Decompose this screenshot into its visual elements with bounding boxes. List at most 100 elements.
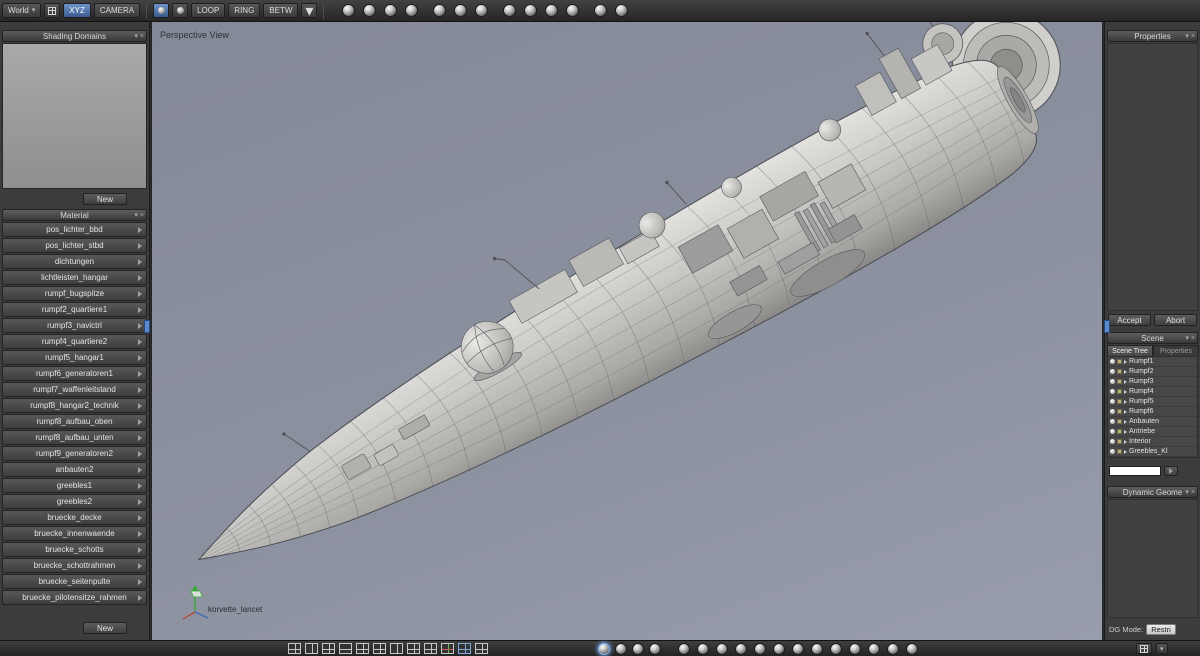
tool-sphere-icon[interactable]: [906, 643, 918, 655]
visibility-icon[interactable]: [1110, 359, 1115, 364]
tool-sphere-icon[interactable]: [649, 643, 661, 655]
perspective-viewport[interactable]: Perspective View korvette_lancet: [151, 22, 1103, 640]
material-item[interactable]: greebles2: [2, 494, 147, 509]
scene-tree-item[interactable]: Interior: [1108, 437, 1197, 447]
tool-sphere-icon[interactable]: [754, 643, 766, 655]
material-item[interactable]: rumpf2_quartiere1: [2, 302, 147, 317]
world-dropdown[interactable]: World ▾: [2, 3, 42, 18]
expand-arrow-icon[interactable]: [1124, 389, 1127, 394]
dropdown-icon-button[interactable]: ▾: [301, 3, 318, 20]
material-item[interactable]: rumpf3_navictrl: [2, 318, 147, 333]
dynamic-geometry-header[interactable]: Dynamic Geome ▾ ×: [1107, 486, 1198, 498]
expand-arrow-icon[interactable]: [1124, 399, 1127, 404]
layout-pane-icon[interactable]: [288, 643, 301, 654]
scene-tree-item[interactable]: Rumpf4: [1108, 387, 1197, 397]
tool-sphere-icon[interactable]: [433, 4, 447, 17]
tool-sphere-icon[interactable]: [594, 4, 608, 17]
expand-arrow-icon[interactable]: [1124, 359, 1127, 364]
material-item[interactable]: bruecke_schotts: [2, 542, 147, 557]
chevron-down-icon[interactable]: ▾: [134, 33, 138, 40]
material-item[interactable]: rumpf8_hangar2_technik: [2, 398, 147, 413]
close-icon[interactable]: ×: [1191, 489, 1195, 496]
tool-sphere-icon[interactable]: [503, 4, 517, 17]
layout-pane-icon[interactable]: [458, 643, 471, 654]
tool-sphere-icon[interactable]: [363, 4, 377, 17]
tool-sphere-icon[interactable]: [615, 643, 627, 655]
tool-sphere-icon[interactable]: [545, 4, 559, 17]
scene-tree-item[interactable]: Rumpf6: [1108, 407, 1197, 417]
expand-arrow-icon[interactable]: [1124, 429, 1127, 434]
material-item[interactable]: dichtungen: [2, 254, 147, 269]
visibility-icon[interactable]: [1110, 369, 1115, 374]
wireframe-spaceship-model[interactable]: [152, 22, 1102, 640]
tool-sphere-icon[interactable]: [405, 4, 419, 17]
tool-sphere-icon[interactable]: [868, 643, 880, 655]
tab-properties[interactable]: Properties: [1153, 345, 1199, 356]
chevron-down-icon[interactable]: ▾: [1185, 33, 1189, 40]
expand-arrow-icon[interactable]: [1124, 369, 1127, 374]
dg-mode-dropdown[interactable]: Restri: [1146, 624, 1176, 635]
material-item[interactable]: bruecke_pilotensitze_rahmen: [2, 590, 147, 605]
close-icon[interactable]: ×: [1191, 335, 1195, 342]
tool-sphere-icon[interactable]: [475, 4, 489, 17]
layout-pane-icon[interactable]: [424, 643, 437, 654]
loop-button[interactable]: LOOP: [191, 3, 226, 18]
close-icon[interactable]: ×: [1191, 33, 1195, 40]
layout-pane-icon[interactable]: [339, 643, 352, 654]
tool-sphere-icon[interactable]: [697, 643, 709, 655]
expand-arrow-icon[interactable]: [1124, 439, 1127, 444]
properties-header[interactable]: Properties ▾ ×: [1107, 30, 1198, 42]
scene-filter-button[interactable]: [1164, 466, 1178, 476]
expand-arrow-icon[interactable]: [1124, 449, 1127, 454]
material-item[interactable]: rumpf4_quartiere2: [2, 334, 147, 349]
tool-sphere-icon[interactable]: [887, 643, 899, 655]
tool-sphere-icon[interactable]: [454, 4, 468, 17]
tab-scene-tree[interactable]: Scene Tree: [1107, 345, 1153, 356]
layout-pane-icon[interactable]: [475, 643, 488, 654]
tool-sphere-icon[interactable]: [811, 643, 823, 655]
tool-sphere-icon[interactable]: [678, 643, 690, 655]
material-item[interactable]: bruecke_schottrahmen: [2, 558, 147, 573]
close-icon[interactable]: ×: [140, 212, 144, 219]
layout-pane-icon[interactable]: [322, 643, 335, 654]
scene-tree-item[interactable]: Rumpf1: [1108, 357, 1197, 367]
abort-button[interactable]: Abort: [1154, 314, 1197, 326]
tool-sphere-icon[interactable]: [566, 4, 580, 17]
close-icon[interactable]: ×: [140, 33, 144, 40]
grid-icon-button[interactable]: [44, 3, 61, 18]
visibility-icon[interactable]: [1110, 419, 1115, 424]
material-item[interactable]: rumpf9_generatoren2: [2, 446, 147, 461]
tool-sphere-icon[interactable]: [524, 4, 538, 17]
material-item[interactable]: rumpf_bugspitze: [2, 286, 147, 301]
visibility-icon[interactable]: [1110, 449, 1115, 454]
chevron-down-icon[interactable]: ▾: [134, 212, 138, 219]
scene-filter-input[interactable]: [1109, 466, 1161, 476]
layout-pane-icon[interactable]: [441, 643, 454, 654]
material-item[interactable]: greebles1: [2, 478, 147, 493]
scene-header[interactable]: Scene ▾ ×: [1107, 332, 1198, 344]
material-item[interactable]: bruecke_decke: [2, 510, 147, 525]
material-item[interactable]: bruecke_seitenpulte: [2, 574, 147, 589]
visibility-icon[interactable]: [1110, 439, 1115, 444]
shading-domains-list[interactable]: [2, 43, 147, 189]
material-item[interactable]: rumpf6_generatoren1: [2, 366, 147, 381]
tool-sphere-icon[interactable]: [384, 4, 398, 17]
tool-sphere-icon[interactable]: [615, 4, 629, 17]
visibility-icon[interactable]: [1110, 389, 1115, 394]
material-item[interactable]: rumpf7_waffenleitstand: [2, 382, 147, 397]
material-new-button[interactable]: New: [83, 622, 127, 634]
tool-sphere-icon[interactable]: [735, 643, 747, 655]
scene-tree-item[interactable]: Antriebe: [1108, 427, 1197, 437]
accept-button[interactable]: Accept: [1108, 314, 1151, 326]
tool-sphere-icon[interactable]: [849, 643, 861, 655]
tool-sphere-icon[interactable]: [716, 643, 728, 655]
scene-tree-item[interactable]: Rumpf2: [1108, 367, 1197, 377]
shading-domains-header[interactable]: Shading Domains ▾ ×: [2, 30, 147, 42]
visibility-icon[interactable]: [1110, 379, 1115, 384]
material-header[interactable]: Material ▾ ×: [2, 209, 147, 221]
expand-arrow-icon[interactable]: [1124, 419, 1127, 424]
tool-sphere-icon[interactable]: [830, 643, 842, 655]
tool-sphere-icon[interactable]: [342, 4, 356, 17]
shading-domains-new-button[interactable]: New: [83, 193, 127, 205]
layout-pane-icon[interactable]: [407, 643, 420, 654]
